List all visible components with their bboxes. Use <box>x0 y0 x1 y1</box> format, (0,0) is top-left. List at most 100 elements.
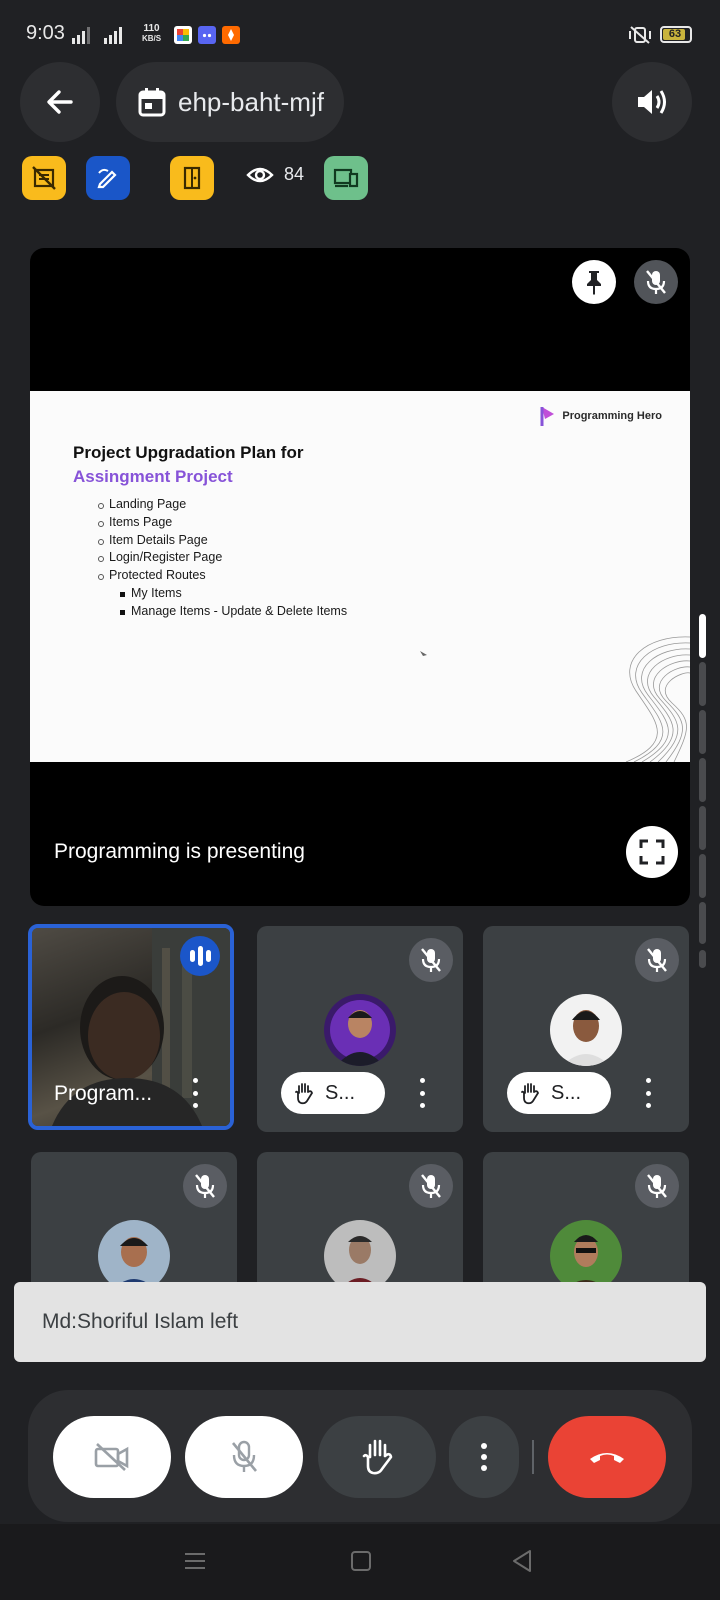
raise-hand-button[interactable] <box>318 1416 436 1498</box>
edit-pen-icon <box>97 168 117 189</box>
speaking-indicator <box>180 936 220 976</box>
muted-indicator <box>635 938 679 982</box>
presenter-muted-indicator <box>634 260 678 304</box>
mic-off-icon <box>421 948 441 972</box>
avatar <box>550 994 622 1066</box>
participant-tile[interactable] <box>483 1152 689 1292</box>
network-speed: 110 KB/S <box>142 24 161 44</box>
vibrate-icon <box>628 26 652 49</box>
participant-tile[interactable] <box>257 1152 463 1292</box>
discord-app-icon <box>198 26 216 44</box>
shared-slide: Programming Hero Project Upgradation Pla… <box>30 391 690 762</box>
presentation-tile[interactable]: Programming Hero Project Upgradation Pla… <box>30 248 690 906</box>
camera-off-icon <box>94 1443 129 1471</box>
slide-logo: Programming Hero <box>539 405 662 427</box>
page-indicator-dot <box>699 854 706 898</box>
participant-tile[interactable]: S... <box>483 926 689 1132</box>
more-options-button[interactable] <box>417 1078 427 1108</box>
participant-tile[interactable] <box>31 1152 237 1292</box>
notification-toast: Md:Shoriful Islam left <box>14 1282 706 1362</box>
presenting-label: Programming is presenting <box>54 840 305 863</box>
recents-icon[interactable] <box>183 1550 207 1572</box>
muted-indicator <box>635 1164 679 1208</box>
slide-bullet: Protected Routes <box>98 567 347 585</box>
raise-hand-icon <box>362 1439 393 1475</box>
more-options-button[interactable] <box>190 1078 200 1108</box>
no-slides-chip[interactable] <box>22 156 66 200</box>
mic-off-icon <box>646 270 666 294</box>
participant-tile[interactable]: S... <box>257 926 463 1132</box>
mic-toggle-button[interactable] <box>185 1416 303 1498</box>
cursor-icon <box>420 651 427 656</box>
more-options-button[interactable] <box>643 1078 653 1108</box>
network-speed-unit: KB/S <box>142 34 162 43</box>
slide-bullet: Item Details Page <box>98 532 347 550</box>
slide-title: Project Upgradation Plan for <box>73 443 304 462</box>
photos-app-icon <box>174 26 192 44</box>
slide-logo-text: Programming Hero <box>562 410 662 422</box>
raised-hand-icon <box>295 1083 313 1105</box>
participant-name: S... <box>325 1081 356 1104</box>
mic-off-icon <box>647 1174 667 1198</box>
muted-indicator <box>409 938 453 982</box>
page-indicator-dot <box>699 902 706 944</box>
news-app-icon <box>222 26 240 44</box>
status-time: 9:03 <box>26 22 65 44</box>
participant-name: Program... <box>54 1082 153 1105</box>
battery-icon: 63 <box>660 26 692 43</box>
fullscreen-icon <box>639 839 665 865</box>
call-controls <box>28 1390 692 1522</box>
fullscreen-button[interactable] <box>626 826 678 878</box>
back-nav-icon[interactable] <box>511 1549 533 1573</box>
status-bar: 9:03 110 KB/S 63 <box>0 0 720 60</box>
participant-name-pill: S... <box>281 1072 385 1114</box>
participant-tile-active[interactable]: Program... <box>28 924 234 1130</box>
more-vert-icon <box>481 1443 487 1471</box>
breakout-room-chip[interactable] <box>170 156 214 200</box>
home-icon[interactable] <box>350 1550 372 1572</box>
toast-message: Md:Shoriful Islam left <box>42 1310 239 1333</box>
more-options-button[interactable] <box>449 1416 519 1498</box>
slide-sub-bullet: My Items <box>120 585 347 603</box>
pin-button[interactable] <box>572 260 616 304</box>
devices-icon <box>333 168 359 188</box>
network-speed-value: 110 <box>143 23 160 34</box>
audio-output-button[interactable] <box>612 62 692 142</box>
page-indicator-dot <box>699 662 706 706</box>
calendar-icon <box>138 88 166 117</box>
door-icon <box>183 166 201 190</box>
arrow-back-icon <box>47 90 73 114</box>
call-end-icon <box>590 1453 624 1463</box>
page-indicator-dot <box>699 950 706 968</box>
back-button[interactable] <box>20 62 100 142</box>
camera-toggle-button[interactable] <box>53 1416 171 1498</box>
participant-name-pill: S... <box>507 1072 611 1114</box>
page-indicator-dot <box>699 806 706 850</box>
whiteboard-chip[interactable] <box>86 156 130 200</box>
programming-hero-logo-icon <box>540 407 555 426</box>
slide-bullet-list: Landing Page Items Page Item Details Pag… <box>98 496 347 621</box>
decorative-waves <box>625 636 690 762</box>
slides-off-icon <box>32 166 56 190</box>
page-indicator-dot <box>699 710 706 754</box>
mic-off-icon <box>231 1440 258 1472</box>
battery-level: 63 <box>668 28 682 40</box>
pin-icon <box>587 271 601 295</box>
page-indicator-active <box>699 614 706 658</box>
volume-icon <box>638 90 666 114</box>
participant-name: S... <box>551 1081 582 1104</box>
controls-divider <box>532 1440 534 1474</box>
mic-off-icon <box>421 1174 441 1198</box>
slide-sub-bullet: Manage Items - Update & Delete Items <box>120 603 347 621</box>
signal-4g-icon <box>104 24 122 44</box>
viewer-count-value: 84 <box>284 164 305 184</box>
mic-off-icon <box>647 948 667 972</box>
viewer-count[interactable]: 84 <box>246 164 304 185</box>
muted-indicator <box>409 1164 453 1208</box>
slide-bullet: Login/Register Page <box>98 549 347 567</box>
meeting-info-button[interactable]: ehp-baht-mjf <box>116 62 344 142</box>
devices-chip[interactable] <box>324 156 368 200</box>
end-call-button[interactable] <box>548 1416 666 1498</box>
slide-subtitle: Assingment Project <box>73 467 233 486</box>
raised-hand-icon <box>521 1083 539 1105</box>
